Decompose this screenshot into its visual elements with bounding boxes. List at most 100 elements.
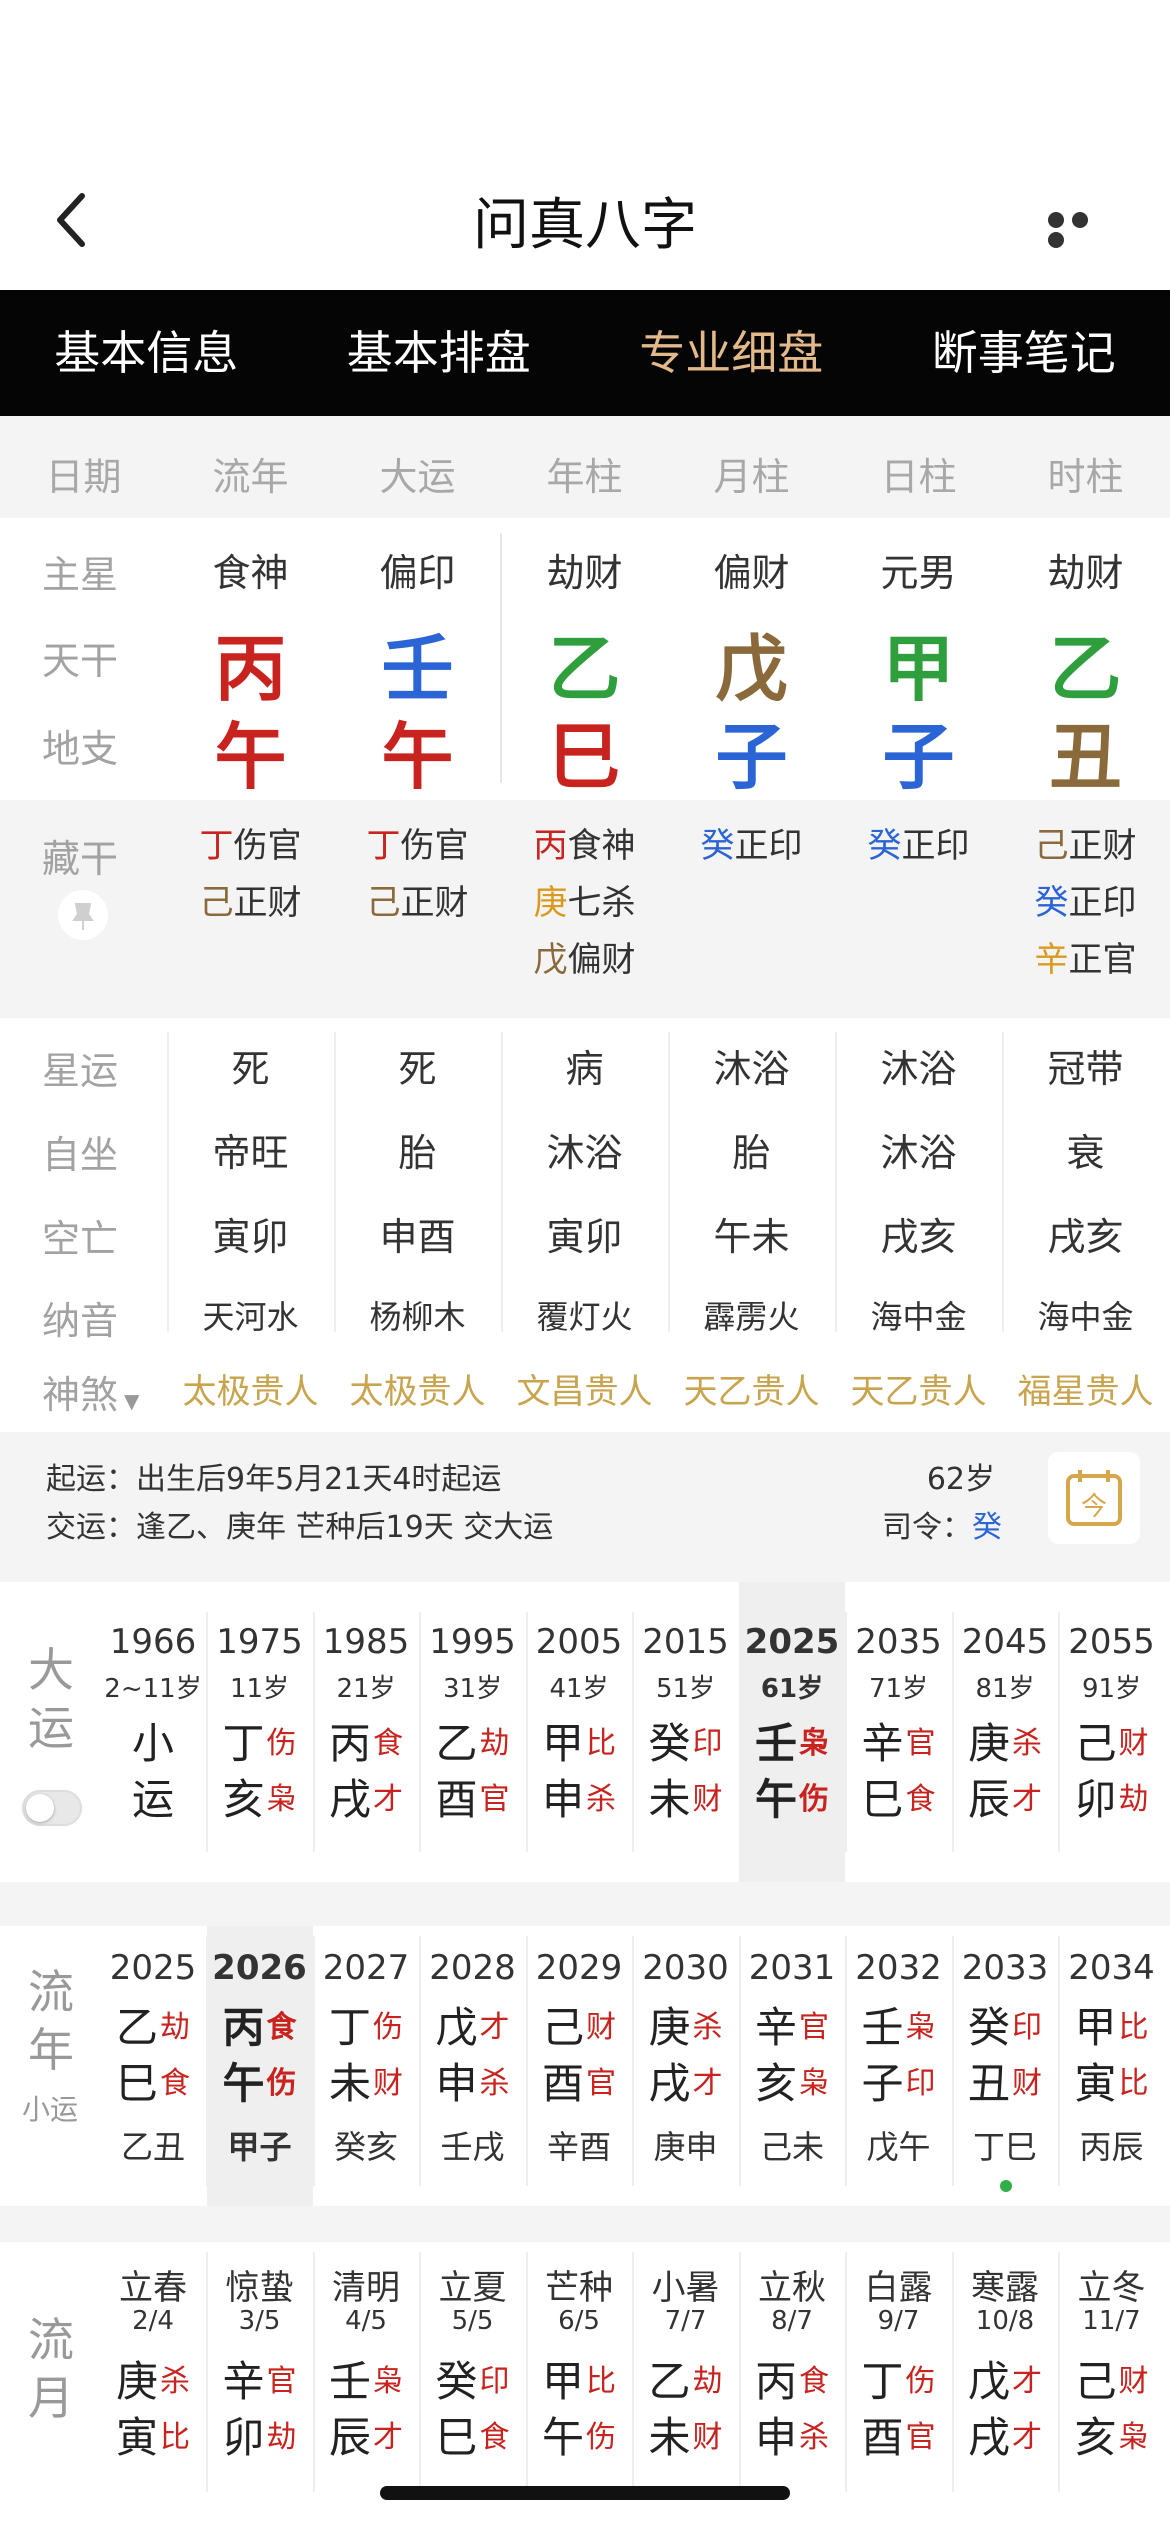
pillar-void-0: 寅卯 — [212, 1215, 289, 1259]
hidden-stem-god: 食神 — [567, 826, 636, 866]
dayun-column-2025[interactable]: 2025 61岁壬枭午伤 — [739, 1582, 845, 1882]
liuyue-gz-top: 丙食 — [739, 2350, 845, 2406]
liuyue-column-0[interactable]: 立春 2/4 庚杀寅比 — [100, 2242, 206, 2532]
liuyue-gz-top-char: 己 — [1074, 2356, 1117, 2406]
column-header-3: 年柱 — [546, 455, 623, 499]
tab-professional-detail[interactable]: 专业细盘 — [585, 290, 878, 416]
dayun-gz-top-char: 小 — [131, 1718, 174, 1768]
liunian-gz-bot-char: 亥 — [754, 2058, 797, 2108]
liunian-column-2028[interactable]: 2028 戊才申杀壬戌 — [420, 1926, 526, 2206]
liuyue-gz-bot-char: 戌 — [967, 2412, 1010, 2462]
xiaoyun-toggle[interactable] — [22, 1790, 82, 1826]
hidden-stem-god: 伤官 — [233, 826, 302, 866]
more-icon[interactable] — [1048, 212, 1118, 248]
liunian-column-2033[interactable]: 2033 癸印丑财丁巳 — [952, 1926, 1058, 2206]
hidden-stem-5-2: 辛正官 — [1002, 932, 1169, 989]
liuyue-gz-top-char: 癸 — [435, 2356, 478, 2406]
liunian-column-2027[interactable]: 2027 丁伤未财癸亥 — [313, 1926, 419, 2206]
liuyue-column-1[interactable]: 惊蛰 3/5 辛官卯劫 — [207, 2242, 313, 2532]
liuyue-gz-bot: 亥枭 — [1059, 2406, 1165, 2462]
liunian-gz-top-char: 戊 — [435, 2002, 478, 2052]
liuyue-date: 10/8 — [975, 2306, 1035, 2336]
liunian-gz-top-char: 甲 — [1074, 2002, 1117, 2052]
dayun-column-2035[interactable]: 2035 71岁辛官巳食 — [846, 1582, 952, 1882]
liuyue-gz-top-char: 甲 — [541, 2356, 584, 2406]
dayun-column-1966[interactable]: 1966 2~11岁小运 — [100, 1582, 206, 1882]
dayun-section: 大 运 1966 2~11岁小运 1975 11岁丁伤亥枭 1985 21岁丙食戌才 199… — [0, 1582, 1170, 1882]
hidden-stem-5-1: 癸正印 — [1002, 875, 1169, 932]
liunian-column-2029[interactable]: 2029 己财酉官辛酉 — [526, 1926, 632, 2206]
liuyue-gz-bot-god: 伤 — [586, 2420, 616, 2455]
hidden-stem-2-1: 庚七杀 — [501, 875, 668, 932]
liunian-gz-top-god: 枭 — [905, 2010, 936, 2045]
dayun-column-2005[interactable]: 2005 41岁甲比申杀 — [526, 1582, 632, 1882]
calendar-today-button[interactable]: 今 — [1048, 1452, 1140, 1544]
liuyue-gz-top-god: 枭 — [373, 2364, 403, 2399]
pillar-god-0[interactable]: 太极贵人 — [167, 1364, 334, 1413]
liuyue-gz-top-god: 才 — [1012, 2364, 1042, 2399]
liuyue-gz-top-god: 财 — [1118, 2364, 1149, 2399]
pillar-star-1: 偏印 — [379, 551, 456, 595]
liunian-column-2032[interactable]: 2032 壬枭子印戊午 — [846, 1926, 952, 2206]
liunian-column-2026[interactable]: 2026 丙食午伤甲子 — [206, 1926, 313, 2206]
section-gap — [0, 2206, 1170, 2242]
pillar-void-2: 寅卯 — [546, 1215, 623, 1259]
pillar-self-4: 沐浴 — [880, 1131, 957, 1175]
liuyue-gz-top-god: 官 — [266, 2364, 297, 2399]
dayun-column-1975[interactable]: 1975 11岁丁伤亥枭 — [207, 1582, 313, 1882]
dayun-gz-bot: 亥枭 — [207, 1768, 313, 1824]
liunian-year: 2025 — [109, 1948, 197, 1988]
liuyue-term: 立冬 — [1077, 2268, 1146, 2308]
liuyue-gz-bot-god: 枭 — [1118, 2420, 1149, 2455]
liuyue-column-7[interactable]: 白露 9/7 丁伤酉官 — [846, 2242, 952, 2532]
dayun-column-2055[interactable]: 2055 91岁己财卯劫 — [1059, 1582, 1165, 1882]
pillar-god-2[interactable]: 文昌贵人 — [501, 1364, 668, 1413]
pin-icon[interactable] — [58, 890, 108, 940]
liunian-column-2025[interactable]: 2025 乙劫巳食乙丑 — [100, 1926, 206, 2206]
liunian-year: 2029 — [535, 1948, 623, 1988]
hidden-stem-god: 正财 — [400, 883, 469, 923]
liunian-column-2034[interactable]: 2034 甲比寅比丙辰 — [1059, 1926, 1165, 2206]
hidden-stem-0-1: 己正财 — [167, 875, 334, 932]
dayun-gz-bot: 辰才 — [952, 1768, 1058, 1824]
dayun-column-2045[interactable]: 2045 81岁庚杀辰才 — [952, 1582, 1058, 1882]
pillar-nayin-3: 霹雳火 — [703, 1298, 800, 1336]
tab-basic-chart[interactable]: 基本排盘 — [293, 290, 586, 416]
pillar-god-1[interactable]: 太极贵人 — [334, 1364, 501, 1413]
dayun-column-1985[interactable]: 1985 21岁丙食戌才 — [313, 1582, 419, 1882]
row-label-gods[interactable]: 神煞 ▼ — [42, 1364, 139, 1419]
dayun-gz-bot: 戌才 — [313, 1768, 419, 1824]
liuyue-date: 9/7 — [877, 2306, 920, 2336]
liuyue-gz-bot: 巳食 — [420, 2406, 526, 2462]
pillar-god-4[interactable]: 天乙贵人 — [835, 1364, 1002, 1413]
section-gap — [0, 1882, 1170, 1926]
pillar-self-2: 沐浴 — [546, 1131, 623, 1175]
liuyue-gz-top: 甲比 — [526, 2350, 632, 2406]
dayun-gz-top: 庚杀 — [952, 1712, 1058, 1768]
liuyue-gz-bot-god: 才 — [1012, 2420, 1042, 2455]
liunian-column-2031[interactable]: 2031 辛官亥枭己未 — [739, 1926, 845, 2206]
liuyue-term: 寒露 — [971, 2268, 1039, 2308]
dayun-column-2015[interactable]: 2015 51岁癸印未财 — [633, 1582, 739, 1882]
liunian-year: 2026 — [212, 1948, 307, 1988]
dayun-gz-bot: 巳食 — [846, 1768, 952, 1824]
hidden-stem-glyph: 戊 — [533, 940, 568, 980]
dayun-gz-top-god: 杀 — [1012, 1726, 1042, 1761]
liunian-gz-bot-god: 才 — [692, 2066, 723, 2101]
dayun-age: 21岁 — [336, 1674, 396, 1704]
dayun-column-1995[interactable]: 1995 31岁乙劫酉官 — [420, 1582, 526, 1882]
tab-notes[interactable]: 断事笔记 — [878, 290, 1170, 416]
tab-basic-info[interactable]: 基本信息 — [0, 290, 293, 416]
start-luck-text: 起运：出生后9年5月21天4时起运 — [46, 1462, 502, 1497]
liunian-xiaoyun: 己未 — [759, 2128, 824, 2166]
liuyue-column-9[interactable]: 立冬 11/7 己财亥枭 — [1059, 2242, 1165, 2532]
hidden-stem-god: 偏财 — [567, 940, 636, 980]
liuyue-gz-top-char: 戊 — [967, 2356, 1010, 2406]
liuyue-column-8[interactable]: 寒露 10/8 戊才戌才 — [952, 2242, 1058, 2532]
pillar-god-3[interactable]: 天乙贵人 — [668, 1364, 835, 1413]
liunian-column-2030[interactable]: 2030 庚杀戌才庚申 — [633, 1926, 739, 2206]
liunian-xiaoyun: 戊午 — [866, 2128, 931, 2166]
pillar-god-5[interactable]: 福星贵人 — [1002, 1364, 1169, 1413]
age-text: 62岁 — [926, 1462, 995, 1497]
row-label-stem: 天干 — [42, 639, 119, 683]
